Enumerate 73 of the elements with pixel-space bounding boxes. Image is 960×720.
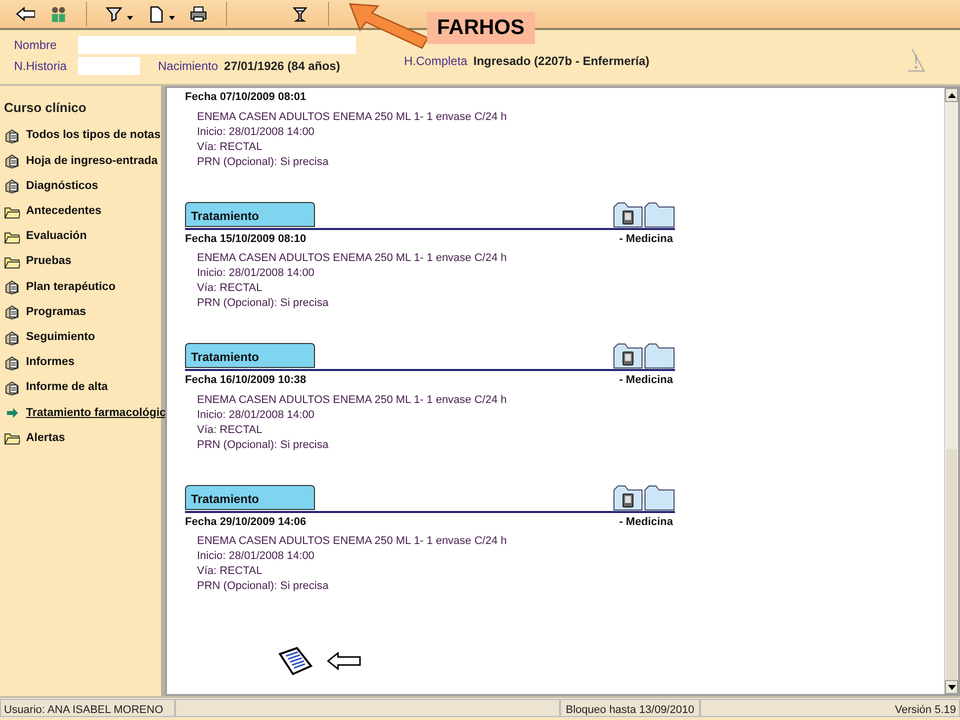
- birth-value: 27/01/1926 (84 años): [224, 58, 340, 75]
- sidebar-title: Curso clínico: [4, 99, 88, 117]
- people-icon: [49, 6, 68, 22]
- entry-line: Inicio: 28/01/2008 14:00: [197, 124, 316, 140]
- entry-tab[interactable]: Tratamiento: [185, 343, 315, 368]
- notes-icon: [4, 304, 20, 320]
- entry-service: - Medicina: [619, 514, 673, 530]
- document-icon[interactable]: [277, 646, 315, 676]
- sidebar-item[interactable]: Informes: [4, 350, 75, 376]
- notes-icon: [4, 380, 20, 396]
- entry-line: ENEMA CASEN ADULTOS ENEMA 250 ML 1- 1 envase C/24 h: [197, 392, 508, 408]
- folders-icon[interactable]: [613, 343, 675, 369]
- sidebar-item[interactable]: Hoja de ingreso-entrada: [4, 148, 158, 174]
- sidebar-item[interactable]: Alertas: [4, 426, 65, 451]
- sidebar-item[interactable]: Pruebas: [4, 249, 72, 275]
- cup-icon: [291, 6, 310, 22]
- sidebar-item[interactable]: Programas: [4, 300, 86, 325]
- lock-status: Bloqueo hasta 13/09/2010: [560, 699, 700, 717]
- notes-icon: [4, 178, 20, 194]
- entry-line: ENEMA CASEN ADULTOS ENEMA 250 ML 1- 1 envase C/24 h: [197, 110, 508, 124]
- entry-line: ENEMA CASEN ADULTOS ENEMA 250 ML 1- 1 envase C/24 h: [197, 251, 508, 266]
- entry-date: Fecha 16/10/2009 10:38: [185, 373, 306, 388]
- notes-icon: [4, 128, 20, 144]
- entry-line: PRN (Opcional): Si precisa: [197, 296, 330, 311]
- back-icon: [16, 6, 35, 22]
- user-status: Usuario: ANA ISABEL MORENO: [0, 699, 175, 717]
- notes-icon: [4, 279, 20, 296]
- printer-icon: [189, 6, 208, 22]
- entry-date: Fecha 07/10/2009 08:01: [185, 90, 306, 105]
- name-label: Nombre: [14, 37, 58, 53]
- entry-line: Vía: RECTAL: [197, 564, 264, 579]
- scroll-down-icon[interactable]: [948, 684, 956, 690]
- entry-line: Inicio: 28/01/2008 14:00: [197, 549, 316, 564]
- callout-label: FARHOS: [427, 12, 535, 44]
- scrollbar[interactable]: [944, 88, 958, 694]
- entry-line: PRN (Opcional): Si precisa: [197, 154, 330, 170]
- folders-icon[interactable]: [613, 484, 675, 510]
- status-label: H.Completa: [404, 53, 468, 70]
- notes-icon: [4, 153, 20, 170]
- entry-date: Fecha 29/10/2009 14:06: [185, 514, 306, 530]
- history-field[interactable]: [78, 57, 140, 75]
- entry-tab[interactable]: Tratamiento: [185, 202, 315, 226]
- version-status: Versión 5.19: [700, 699, 960, 717]
- history-label: N.Historia: [14, 58, 68, 74]
- entry-line: Inicio: 28/01/2008 14:00: [197, 408, 316, 422]
- notes-icon: [4, 330, 20, 346]
- sidebar-item[interactable]: Diagnósticos: [4, 174, 98, 200]
- entry-date: Fecha 15/10/2009 08:10: [185, 232, 306, 246]
- entry-line: PRN (Opcional): Si precisa: [197, 438, 330, 452]
- filter-icon: [105, 6, 124, 22]
- notes-icon: [4, 354, 20, 371]
- entry-line: Vía: RECTAL: [197, 422, 264, 438]
- entry-line: PRN (Opcional): Si precisa: [197, 579, 330, 594]
- status-value: Ingresado (2207b - Enfermería): [473, 53, 650, 70]
- sidebar-item[interactable]: Antecedentes: [4, 199, 102, 224]
- entry-line: ENEMA CASEN ADULTOS ENEMA 250 ML 1- 1 envase C/24 h: [197, 534, 508, 549]
- arrow-left-icon[interactable]: [327, 652, 361, 670]
- entry-line: Vía: RECTAL: [197, 140, 264, 154]
- birth-label: Nacimiento: [158, 58, 218, 75]
- entry-service: - Medicina: [619, 373, 673, 388]
- sidebar-item[interactable]: Todos los tipos de notas: [4, 124, 161, 149]
- sidebar-item[interactable]: Plan terapéutico: [4, 274, 116, 300]
- name-field[interactable]: [78, 36, 356, 54]
- sidebar-item[interactable]: Evaluación: [4, 224, 87, 250]
- sidebar-item[interactable]: Informe de alta: [4, 375, 108, 401]
- entry-line: Vía: RECTAL: [197, 281, 264, 296]
- sidebar-item[interactable]: Seguimiento: [4, 325, 96, 350]
- entry-line: Inicio: 28/01/2008 14:00: [197, 266, 316, 281]
- entry-tab[interactable]: Tratamiento: [185, 484, 315, 510]
- scroll-up-icon[interactable]: [948, 92, 956, 98]
- entry-service: - Medicina: [619, 232, 673, 246]
- sidebar-item[interactable]: Tratamiento farmacológic: [4, 400, 166, 426]
- folders-icon[interactable]: [613, 202, 675, 228]
